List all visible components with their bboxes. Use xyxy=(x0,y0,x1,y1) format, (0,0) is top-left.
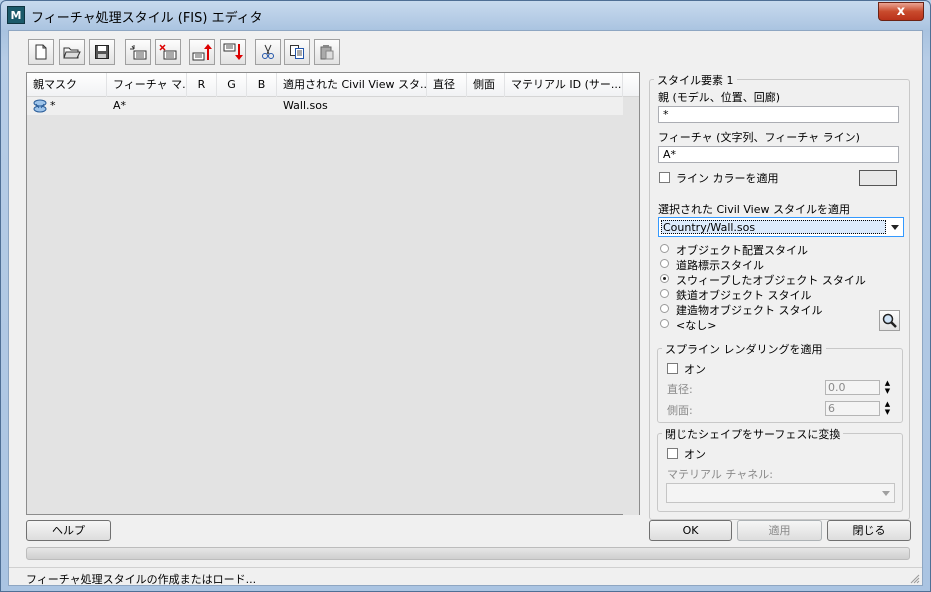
column-diameter[interactable]: 直径 xyxy=(427,73,467,97)
civil-style-dropdown[interactable]: Country/Wall.sos xyxy=(658,217,904,237)
radio-object-placement[interactable] xyxy=(660,244,669,253)
spin-down-icon[interactable]: ▼ xyxy=(882,388,893,395)
save-button[interactable] xyxy=(89,39,115,65)
ok-button[interactable]: OK xyxy=(649,520,732,541)
radio-railway-object[interactable] xyxy=(660,289,669,298)
title-bar[interactable]: M フィーチャ処理スタイル (FIS) エディタ x xyxy=(1,1,930,29)
parent-mask-field[interactable]: * xyxy=(658,106,899,123)
new-file-icon xyxy=(35,44,47,60)
column-civil-view-style[interactable]: 適用された Civil View スタ... xyxy=(277,73,427,97)
cut-icon xyxy=(262,44,274,59)
column-r[interactable]: R xyxy=(187,73,217,97)
radio-road-marking[interactable] xyxy=(660,259,669,268)
feature-mask-field[interactable]: A* xyxy=(658,146,899,163)
progress-bar xyxy=(26,547,910,560)
column-feature-mask[interactable]: フィーチャ マ... xyxy=(107,73,187,97)
apply-button[interactable]: 適用 xyxy=(737,520,822,541)
spin-up-icon[interactable]: ▲ xyxy=(882,401,893,408)
spline-diameter-value[interactable]: 0.0 xyxy=(825,380,880,395)
spin-up-icon[interactable]: ▲ xyxy=(882,380,893,387)
status-bar: フィーチャ処理スタイルの作成またはロード... xyxy=(9,567,922,586)
delete-item-icon xyxy=(159,44,177,60)
column-material-id[interactable]: マテリアル ID (サー... xyxy=(505,73,623,97)
cell-feature-mask: A* xyxy=(113,99,127,112)
radio-none[interactable] xyxy=(660,319,669,328)
option-object-placement: オブジェクト配置スタイル xyxy=(676,244,808,257)
copy-button[interactable] xyxy=(284,39,310,65)
cell-civil-view-style: Wall.sos xyxy=(283,99,328,112)
fis-editor-window: M フィーチャ処理スタイル (FIS) エディタ x 親マスク フィーチャ マ.… xyxy=(0,0,931,592)
material-channel-label: マテリアル チャネル: xyxy=(667,468,773,481)
move-down-icon xyxy=(223,43,243,60)
style-element-group-title: スタイル要素 1 xyxy=(654,72,737,88)
new-item-button[interactable] xyxy=(125,39,151,65)
open-folder-icon xyxy=(63,47,81,59)
chevron-down-icon xyxy=(887,218,903,236)
open-file-button[interactable] xyxy=(59,39,85,65)
delete-item-button[interactable] xyxy=(155,39,181,65)
spline-side-label: 側面: xyxy=(667,404,693,417)
cell-parent-mask: * xyxy=(50,99,56,112)
resize-grip-icon[interactable] xyxy=(910,574,920,584)
move-up-icon xyxy=(192,44,212,61)
copy-icon xyxy=(290,45,304,59)
paste-button[interactable] xyxy=(314,39,340,65)
line-color-label: ライン カラーを適用 xyxy=(676,172,779,185)
list-header: 親マスク フィーチャ マ... R G B 適用された Civil View ス… xyxy=(27,73,639,97)
line-color-swatch[interactable] xyxy=(859,170,897,186)
surface-on-checkbox[interactable] xyxy=(667,448,678,459)
spline-on-checkbox[interactable] xyxy=(667,363,678,374)
paste-icon xyxy=(320,45,334,60)
surface-convert-group: 閉じたシェイプをサーフェスに変換 オン マテリアル チャネル: xyxy=(657,426,903,512)
feature-label: フィーチャ (文字列、フィーチャ ライン) xyxy=(658,131,860,144)
radio-building-object[interactable] xyxy=(660,304,669,313)
close-window-button[interactable]: x xyxy=(878,2,924,21)
option-railway-object: 鉄道オブジェクト スタイル xyxy=(676,289,812,302)
help-button[interactable]: ヘルプ xyxy=(26,520,111,541)
civil-style-label: 選択された Civil View スタイルを適用 xyxy=(658,203,850,216)
line-color-checkbox[interactable] xyxy=(659,172,670,183)
status-text: フィーチャ処理スタイルの作成またはロード... xyxy=(26,573,257,586)
surface-group-title: 閉じたシェイプをサーフェスに変換 xyxy=(662,426,844,442)
spline-rendering-group: スプライン レンダリングを適用 オン 直径: 0.0 ▲ ▼ 側面: 6 ▲ ▼ xyxy=(657,341,903,423)
list-scrollbar[interactable] xyxy=(623,97,639,515)
option-none: <なし> xyxy=(676,319,717,332)
new-file-button[interactable] xyxy=(28,39,54,65)
parent-label: 親 (モデル、位置、回廊) xyxy=(658,91,781,104)
material-channel-dropdown[interactable] xyxy=(666,483,895,503)
style-icon xyxy=(33,99,47,113)
spline-on-label: オン xyxy=(684,363,706,376)
column-parent-mask[interactable]: 親マスク xyxy=(27,73,107,97)
window-title: フィーチャ処理スタイル (FIS) エディタ xyxy=(31,11,263,26)
new-item-icon xyxy=(130,45,147,60)
spline-side-value[interactable]: 6 xyxy=(825,401,880,416)
move-up-button[interactable] xyxy=(189,39,215,65)
dialog-client-area: 親マスク フィーチャ マ... R G B 適用された Civil View ス… xyxy=(8,30,923,586)
option-road-marking: 道路標示スタイル xyxy=(676,259,764,272)
style-element-list[interactable]: 親マスク フィーチャ マ... R G B 適用された Civil View ス… xyxy=(26,72,640,515)
magnifier-icon xyxy=(882,313,897,328)
browse-style-button[interactable] xyxy=(879,310,900,331)
style-element-group: スタイル要素 1 親 (モデル、位置、回廊) * フィーチャ (文字列、フィーチ… xyxy=(649,72,910,520)
app-icon: M xyxy=(7,6,25,24)
close-button[interactable]: 閉じる xyxy=(827,520,911,541)
table-row[interactable]: * A* Wall.sos xyxy=(27,97,623,115)
save-icon xyxy=(95,45,109,59)
cut-button[interactable] xyxy=(255,39,281,65)
spin-down-icon[interactable]: ▼ xyxy=(882,409,893,416)
chevron-down-icon xyxy=(878,484,894,502)
spline-group-title: スプライン レンダリングを適用 xyxy=(662,341,826,357)
spline-diameter-label: 直径: xyxy=(667,383,693,396)
option-building-object: 建造物オブジェクト スタイル xyxy=(676,304,823,317)
move-down-button[interactable] xyxy=(220,39,246,65)
surface-on-label: オン xyxy=(684,448,706,461)
civil-style-value: Country/Wall.sos xyxy=(661,220,886,234)
radio-swept-object[interactable] xyxy=(660,274,669,283)
column-g[interactable]: G xyxy=(217,73,247,97)
option-swept-object: スウィープしたオブジェクト スタイル xyxy=(676,274,866,287)
column-b[interactable]: B xyxy=(247,73,277,97)
column-side[interactable]: 側面 xyxy=(467,73,505,97)
